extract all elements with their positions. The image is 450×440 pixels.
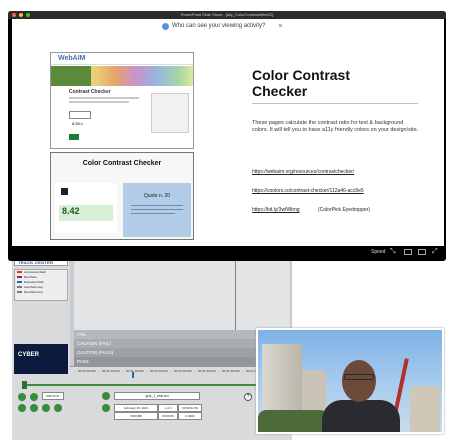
- stop-icon[interactable]: [42, 404, 50, 412]
- notice-text: Who can see your viewing activity?: [172, 23, 266, 29]
- open-file-icon[interactable]: [102, 392, 110, 400]
- speed-button[interactable]: Speed: [371, 249, 385, 255]
- coolors-screenshot: Color Contrast Checker 8.42 Quote n. 20: [50, 152, 194, 240]
- thumb-sidebar: [151, 93, 189, 133]
- axis-tick: 00:01:35.000: [222, 369, 240, 373]
- thumb-swatch: [69, 134, 79, 140]
- thumb-text-line: [131, 209, 183, 210]
- presenter-head: [342, 360, 376, 402]
- play-icon[interactable]: [18, 404, 26, 412]
- pause-icon[interactable]: [30, 404, 38, 412]
- info-value: 0.0000: [178, 412, 202, 420]
- webaim-logo: WebAIM: [58, 55, 86, 62]
- captions-icon[interactable]: [404, 249, 412, 255]
- thumb-heading: Contrast Checker: [69, 89, 111, 95]
- building: [410, 386, 440, 432]
- thumb-header: WebAIM: [51, 53, 193, 65]
- trees: [258, 410, 328, 432]
- screen: TRACK CENTER Luminance flash Red flash E…: [0, 0, 450, 440]
- title-divider: [252, 103, 418, 104]
- axis-tick: 00:01:25.000: [174, 369, 192, 373]
- legend-label: Last flash dep.: [24, 285, 44, 289]
- presenter-body: [322, 400, 400, 432]
- axis-tick: 00:01:15.000: [126, 369, 144, 373]
- webcam-video: [256, 328, 444, 434]
- axis-tick: 00:01:20.000: [150, 369, 168, 373]
- thumb-color-chip: [61, 188, 68, 195]
- slide-player: PowerPoint Slide Show - [ally_ColorContr…: [8, 11, 446, 261]
- legend-label: Luminance flash: [24, 270, 46, 274]
- slide-description: These pages calculate the contrast ratio…: [252, 120, 419, 133]
- legend-item: Red flash dep.: [15, 290, 67, 295]
- thumb-preview: [123, 183, 191, 237]
- window-titlebar: PowerPoint Slide Show - [ally_ColorContr…: [8, 11, 446, 19]
- thumb-ratio-box: 8.59:1: [69, 111, 91, 126]
- window-title: PowerPoint Slide Show - [ally_ColorContr…: [180, 12, 274, 17]
- fullscreen-exit-icon[interactable]: ⤡: [390, 248, 398, 255]
- player-controls: Speed ⤡ ⤢: [8, 246, 446, 261]
- transport-panel: 000:02.07 gna_1_real.avi February 19, 20…: [12, 378, 292, 440]
- slide-title-line: Checker: [252, 83, 308, 99]
- thumb-ratio: 8.42: [62, 206, 80, 216]
- thumb-text-line: [69, 101, 129, 103]
- thumb-banner-logo: [51, 66, 91, 86]
- slide-title: Color Contrast Checker: [252, 67, 350, 99]
- axis-tick: 00:01:30.000: [198, 369, 216, 373]
- info-count: 1 of 1: [158, 404, 178, 412]
- axis-tick: 00:01:05.000: [78, 369, 96, 373]
- viewer-notice[interactable]: Who can see your viewing activity? ×: [162, 21, 282, 31]
- info-resolution: 720X480: [114, 412, 158, 420]
- time-field[interactable]: 000:02.07: [42, 392, 64, 400]
- thumbnail-label: CYBER: [18, 352, 40, 358]
- position-slider[interactable]: [22, 381, 284, 389]
- slider-knob[interactable]: [22, 381, 27, 389]
- rewind-icon[interactable]: [18, 393, 26, 401]
- legend-label: Red flash dep.: [24, 290, 44, 294]
- help-button[interactable]: ?: [244, 393, 252, 401]
- thumb-ratio: 8.59:1: [72, 121, 84, 126]
- video-thumbnail[interactable]: CYBER: [14, 344, 68, 374]
- thumb-text-line: [69, 97, 139, 99]
- legend-label: Extended flash: [24, 280, 44, 284]
- thumb-quote: Quote n. 20: [143, 193, 171, 199]
- slide-canvas: Who can see your viewing activity? × Web…: [12, 19, 444, 246]
- info-offset: 00:00:00: [158, 412, 178, 420]
- flash-legend: Luminance flash Red flash Extended flash…: [14, 269, 68, 301]
- glasses: [344, 374, 374, 380]
- slide-title-line: Color Contrast: [252, 67, 350, 83]
- link-webaim[interactable]: https://webaim.org/resources/contrastche…: [252, 169, 354, 175]
- file-name: gna_1_real.avi: [114, 392, 200, 400]
- link-coolors[interactable]: https://coolors.co/contrast-checker/112a…: [252, 188, 364, 194]
- thumb-text-line: [131, 213, 175, 214]
- axis-tick: 00:01:10.000: [102, 369, 120, 373]
- webaim-screenshot: WebAIM Contrast Checker 8.59:1: [50, 52, 194, 149]
- info-duration: 00:00:01.59: [178, 404, 202, 412]
- forward-icon[interactable]: [54, 404, 62, 412]
- thumb-text-line: [131, 205, 183, 206]
- track-center-window: TRACK CENTER Luminance flash Red flash E…: [12, 237, 292, 440]
- legend-label: Red flash: [24, 275, 37, 279]
- pip-icon[interactable]: [418, 249, 426, 255]
- link-note: (ColorPick Eyedropper): [318, 207, 370, 213]
- fullscreen-icon[interactable]: ⤢: [432, 248, 440, 255]
- prev-file-icon[interactable]: [102, 404, 110, 412]
- step-back-icon[interactable]: [30, 393, 38, 401]
- globe-icon: [162, 22, 169, 30]
- close-icon[interactable]: ×: [278, 23, 282, 30]
- info-date: February 19, 2021: [114, 404, 158, 412]
- thumb-heading: Color Contrast Checker: [82, 160, 162, 167]
- link-bitly[interactable]: https://bit.ly/3wfWbng: [252, 207, 300, 213]
